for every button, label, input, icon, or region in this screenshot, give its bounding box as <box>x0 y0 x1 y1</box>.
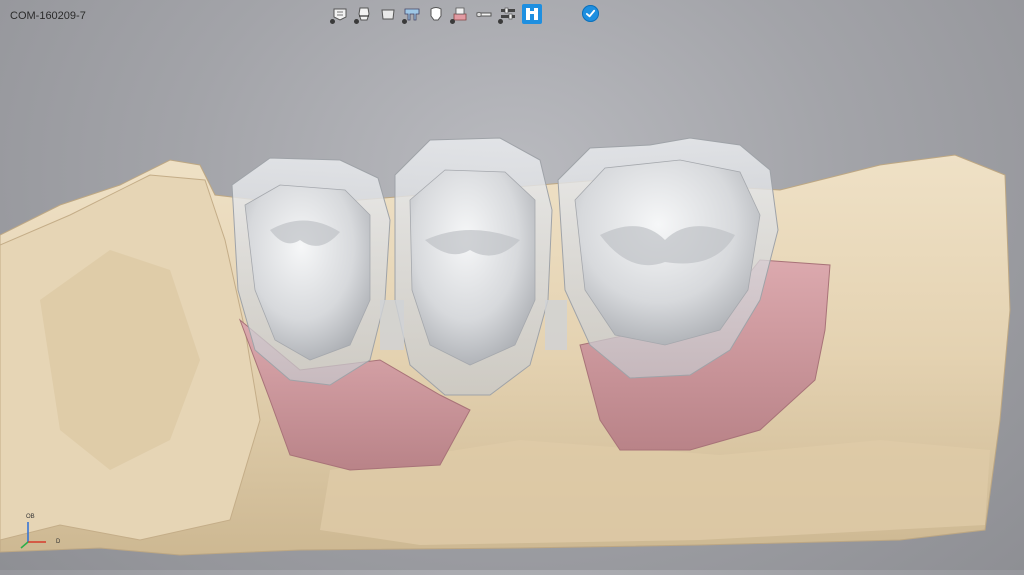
bridge-tool-button[interactable] <box>522 4 542 24</box>
crown-tool-button[interactable] <box>426 4 446 24</box>
connector-left <box>380 300 404 350</box>
axis-label-side: D <box>56 539 61 545</box>
crown-middle <box>394 137 553 396</box>
margin-tool-button[interactable] <box>354 4 374 24</box>
gingiva-tool-button[interactable] <box>450 4 470 24</box>
step-indicator-dot <box>450 19 455 24</box>
model-tool-button[interactable] <box>330 4 350 24</box>
connector-icon <box>476 11 492 18</box>
step-indicator-dot <box>498 19 503 24</box>
confirm-button[interactable] <box>582 5 599 22</box>
coping-tool-button[interactable] <box>378 4 398 24</box>
3d-viewport[interactable] <box>0 0 1024 570</box>
bridge-active-icon <box>526 8 538 20</box>
connector-right <box>545 300 567 350</box>
dental-model-scene[interactable] <box>0 0 1024 570</box>
check-circle-icon <box>585 9 596 18</box>
step-indicator-dot <box>402 19 407 24</box>
coping-icon <box>381 9 395 20</box>
crown-left <box>231 157 391 386</box>
axis-label-top: OB <box>26 514 35 520</box>
connector-tool-button[interactable] <box>474 4 494 24</box>
case-id-label: COM-160209-7 <box>10 10 86 22</box>
step-indicator-dot <box>330 19 335 24</box>
step-indicator-dot <box>354 19 359 24</box>
settings-tool-button[interactable] <box>498 4 518 24</box>
axis-triad: OB D <box>18 514 68 550</box>
bridge-frame-tool-button[interactable] <box>402 4 422 24</box>
crown-icon <box>430 7 442 21</box>
workflow-toolbar <box>330 3 542 25</box>
